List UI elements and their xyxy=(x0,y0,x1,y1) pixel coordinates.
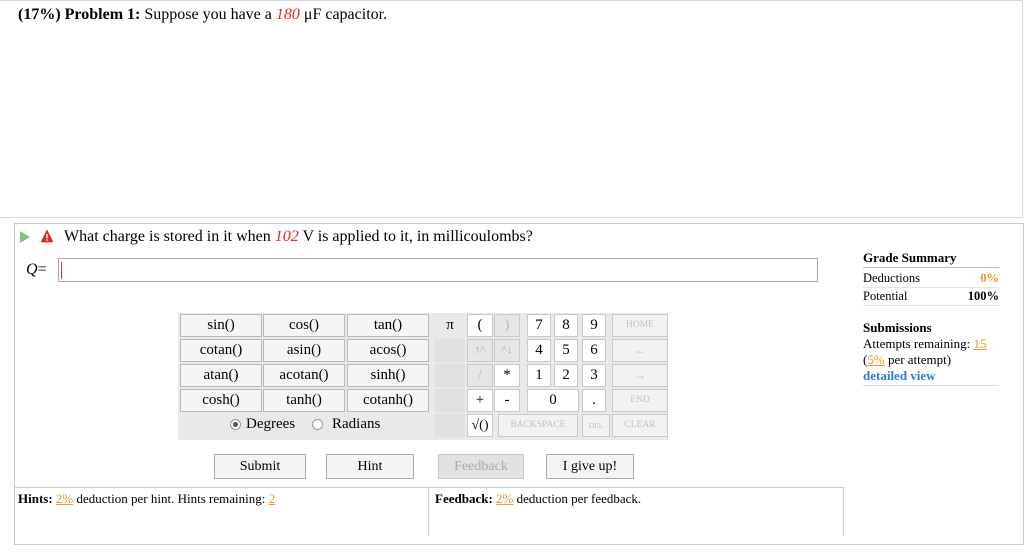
blank-key xyxy=(435,339,465,362)
cotan-button[interactable]: cotan() xyxy=(180,339,262,362)
problem-prefix: (17%) Problem 1: xyxy=(18,6,141,23)
del-key[interactable]: DEL xyxy=(582,414,610,437)
hints-remaining: 2 xyxy=(268,491,276,506)
feedback-button[interactable]: Feedback xyxy=(438,454,524,479)
eight-key[interactable]: 8 xyxy=(554,314,578,337)
four-key[interactable]: 4 xyxy=(527,339,551,362)
radians-radio[interactable] xyxy=(312,419,323,430)
detailed-view-link[interactable]: detailed view xyxy=(863,368,999,386)
home-key[interactable]: HOME xyxy=(612,314,668,337)
right-arrow-key[interactable]: → xyxy=(612,364,668,387)
atan-button[interactable]: atan() xyxy=(180,364,262,387)
degrees-radio[interactable] xyxy=(230,419,241,430)
tanh-button[interactable]: tanh() xyxy=(263,389,345,412)
sqrt-key[interactable]: √() xyxy=(467,414,493,437)
potential-value: 100% xyxy=(967,289,999,303)
give-up-button[interactable]: I give up! xyxy=(546,454,634,479)
variable-label: Q xyxy=(26,261,38,278)
hints-percent: 2% xyxy=(55,491,74,506)
six-key[interactable]: 6 xyxy=(582,339,606,362)
nine-key[interactable]: 9 xyxy=(582,314,606,337)
minus-key[interactable]: - xyxy=(494,389,520,412)
five-key[interactable]: 5 xyxy=(554,339,578,362)
slash-key[interactable]: / xyxy=(467,364,493,387)
question-text-before: What charge is stored in it when xyxy=(64,228,271,245)
feedback-panel: Feedback: 2% deduction per feedback. xyxy=(428,487,844,536)
attempts-label: Attempts remaining: xyxy=(863,336,971,351)
potential-label: Potential xyxy=(863,289,908,303)
deductions-row: Deductions 0% xyxy=(863,270,999,288)
tan-button[interactable]: tan() xyxy=(347,314,429,337)
sinh-button[interactable]: sinh() xyxy=(347,364,429,387)
feedback-text: deduction per feedback. xyxy=(516,491,642,506)
two-key[interactable]: 2 xyxy=(554,364,578,387)
left-arrow-key[interactable]: ← xyxy=(612,339,668,362)
multiply-key[interactable]: * xyxy=(494,364,520,387)
attempts-value: 15 xyxy=(973,336,987,351)
hints-text: deduction per hint. Hints remaining: xyxy=(76,491,266,506)
pi-key[interactable]: π xyxy=(435,314,465,337)
submit-button[interactable]: Submit xyxy=(214,454,306,479)
hints-panel: Hints: 2% deduction per hint. Hints rema… xyxy=(14,487,428,536)
feedback-label: Feedback: xyxy=(435,491,493,506)
voltage-value: 102 xyxy=(274,228,299,245)
blank-key xyxy=(435,414,465,437)
backspace-key[interactable]: BACKSPACE xyxy=(498,414,578,437)
deductions-label: Deductions xyxy=(863,271,920,285)
cotanh-button[interactable]: cotanh() xyxy=(347,389,429,412)
clear-key[interactable]: CLEAR xyxy=(612,414,668,437)
seven-key[interactable]: 7 xyxy=(527,314,551,337)
feedback-percent: 2% xyxy=(496,491,514,506)
per-attempt: (5% per attempt) xyxy=(863,352,999,368)
per-attempt-text: per attempt) xyxy=(887,352,952,367)
up-arrow-key[interactable]: ↑^ xyxy=(467,339,493,362)
problem-text-before: Suppose you have a xyxy=(144,6,272,23)
grade-summary-title: Grade Summary xyxy=(863,250,999,268)
hints-line: Hints: 2% deduction per hint. Hints rema… xyxy=(14,488,428,507)
sin-button[interactable]: sin() xyxy=(180,314,262,337)
left-paren-key[interactable]: ( xyxy=(467,314,493,337)
capacitance-value: 180 xyxy=(275,6,300,23)
decimal-key[interactable]: . xyxy=(582,389,606,412)
attempts-remaining: Attempts remaining: 15 xyxy=(863,336,999,352)
problem-title: (17%) Problem 1: Suppose you have a 180 … xyxy=(18,6,387,24)
end-key[interactable]: END xyxy=(612,389,668,412)
acotan-button[interactable]: acotan() xyxy=(263,364,345,387)
per-attempt-value: 5% xyxy=(867,352,885,367)
acos-button[interactable]: acos() xyxy=(347,339,429,362)
problem-text-after: μF capacitor. xyxy=(303,6,388,23)
cosh-button[interactable]: cosh() xyxy=(180,389,262,412)
text-cursor xyxy=(61,262,62,279)
blank-key xyxy=(435,364,465,387)
cos-button[interactable]: cos() xyxy=(263,314,345,337)
three-key[interactable]: 3 xyxy=(582,364,606,387)
warning-icon xyxy=(40,229,54,243)
grade-summary: Grade Summary Deductions 0% Potential 10… xyxy=(863,250,999,306)
feedback-line: Feedback: 2% deduction per feedback. xyxy=(429,488,843,507)
degrees-label: Degrees xyxy=(246,416,296,432)
down-arrow-key[interactable]: ^↓ xyxy=(494,339,520,362)
one-key[interactable]: 1 xyxy=(527,364,551,387)
potential-row: Potential 100% xyxy=(863,288,999,306)
zero-key[interactable]: 0 xyxy=(527,389,579,412)
asin-button[interactable]: asin() xyxy=(263,339,345,362)
hints-label: Hints: xyxy=(18,491,53,506)
hint-button[interactable]: Hint xyxy=(326,454,414,479)
radians-label: Radians xyxy=(332,416,381,432)
deductions-value: 0% xyxy=(980,271,999,285)
submissions-panel: Submissions Attempts remaining: 15 (5% p… xyxy=(863,320,999,386)
question-text: What charge is stored in it when 102 V i… xyxy=(64,228,533,246)
submissions-title: Submissions xyxy=(863,320,932,335)
answer-label: Q= xyxy=(26,261,47,279)
equals-sign: = xyxy=(37,261,47,278)
play-icon[interactable] xyxy=(20,231,30,243)
blank-key xyxy=(435,389,465,412)
right-paren-key[interactable]: ) xyxy=(494,314,520,337)
plus-key[interactable]: + xyxy=(467,389,493,412)
answer-input[interactable] xyxy=(58,258,818,282)
question-text-after: V is applied to it, in millicoulombs? xyxy=(302,228,533,245)
problem-panel xyxy=(0,0,1023,218)
